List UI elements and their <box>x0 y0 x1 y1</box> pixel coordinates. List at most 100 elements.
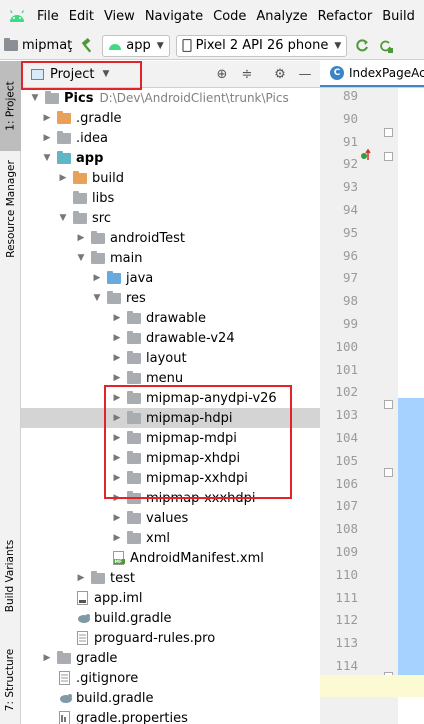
chevron-right-icon[interactable]: ▶ <box>75 233 87 243</box>
gear-icon[interactable]: ⚙ <box>271 65 289 83</box>
folder-icon <box>127 410 141 424</box>
tree-row-gradle-dir[interactable]: ▶ .gradle <box>21 108 320 128</box>
tree-row-mipmap-xxxhdpi[interactable]: ▶ mipmap-xxxhdpi <box>21 488 320 508</box>
run-config-select[interactable]: app ▼ <box>102 34 170 57</box>
line-number: 102 <box>335 384 358 400</box>
override-method-icon[interactable] <box>360 148 372 162</box>
tree-label: Pics <box>64 90 94 106</box>
line-number: 111 <box>335 589 358 605</box>
menu-code[interactable]: Code <box>208 9 251 24</box>
chevron-right-icon[interactable]: ▶ <box>41 113 53 123</box>
collapse-all-icon[interactable]: ≑ <box>238 65 256 83</box>
folder-icon <box>127 390 141 404</box>
chevron-right-icon[interactable]: ▶ <box>57 173 69 183</box>
chevron-right-icon[interactable]: ▶ <box>41 653 53 663</box>
chevron-right-icon[interactable]: ▶ <box>111 493 123 503</box>
chevron-down-icon[interactable]: ▼ <box>91 293 103 303</box>
apply-changes-icon[interactable] <box>353 37 371 55</box>
apply-code-changes-icon[interactable] <box>377 37 395 55</box>
tree-row-mipmap-xxhdpi[interactable]: ▶ mipmap-xxhdpi <box>21 468 320 488</box>
tree-row-libs[interactable]: libs <box>21 188 320 208</box>
tree-row-mipmap-anydpi-v26[interactable]: ▶ mipmap-anydpi-v26 <box>21 388 320 408</box>
menu-run[interactable]: Ru <box>420 9 424 24</box>
tree-row-xml[interactable]: ▶ xml <box>21 528 320 548</box>
project-breadcrumb[interactable]: mipmaţ <box>4 38 72 53</box>
tree-row-drawable-v24[interactable]: ▶ drawable-v24 <box>21 328 320 348</box>
menu-refactor[interactable]: Refactor <box>313 9 378 24</box>
tree-row-mipmap-hdpi[interactable]: ▶ mipmap-hdpi <box>21 408 320 428</box>
minimize-icon[interactable]: — <box>296 65 314 83</box>
folder-icon <box>57 130 71 144</box>
tab-build-variants[interactable]: Build Variants <box>0 531 21 621</box>
menu-navigate[interactable]: Navigate <box>140 9 208 24</box>
tab-resource-manager[interactable]: Resource Manager <box>0 153 21 265</box>
chevron-right-icon[interactable]: ▶ <box>111 353 123 363</box>
hammer-icon[interactable] <box>78 37 96 55</box>
tree-label: drawable <box>146 310 207 326</box>
folder-icon <box>127 510 141 524</box>
tree-row-values[interactable]: ▶ values <box>21 508 320 528</box>
tree-row-src[interactable]: ▼ src <box>21 208 320 228</box>
tree-row-app-build-gradle[interactable]: build.gradle <box>21 608 320 628</box>
tree-row-menu[interactable]: ▶ menu <box>21 368 320 388</box>
tree-row-pics[interactable]: ▼ Pics D:\Dev\AndroidClient\trunk\Pics <box>21 88 320 108</box>
folder-icon <box>4 38 18 51</box>
tree-row-proguard[interactable]: proguard-rules.pro <box>21 628 320 648</box>
tree-row-mipmap-mdpi[interactable]: ▶ mipmap-mdpi <box>21 428 320 448</box>
locate-icon[interactable]: ⊕ <box>213 65 231 83</box>
editor-tab-indexpage[interactable]: C IndexPageAc <box>320 61 424 87</box>
tree-row-res[interactable]: ▼ res <box>21 288 320 308</box>
chevron-right-icon[interactable]: ▶ <box>111 333 123 343</box>
tree-row-gradle[interactable]: ▶ gradle <box>21 648 320 668</box>
chevron-right-icon[interactable]: ▶ <box>111 373 123 383</box>
chevron-right-icon[interactable]: ▶ <box>111 393 123 403</box>
chevron-down-icon[interactable]: ▼ <box>41 153 53 163</box>
tree-row-layout[interactable]: ▶ layout <box>21 348 320 368</box>
tree-row-mipmap-xhdpi[interactable]: ▶ mipmap-xhdpi <box>21 448 320 468</box>
tree-row-app[interactable]: ▼ app <box>21 148 320 168</box>
device-select[interactable]: Pixel 2 API 26 phone ▼ <box>175 34 348 57</box>
menu-view[interactable]: View <box>99 9 140 24</box>
tree-row-java[interactable]: ▶ java <box>21 268 320 288</box>
chevron-right-icon[interactable]: ▶ <box>111 533 123 543</box>
chevron-down-icon[interactable]: ▼ <box>29 93 41 103</box>
tree-label: gradle.properties <box>76 710 188 724</box>
menu-build[interactable]: Build <box>377 9 420 24</box>
fold-marker-icon[interactable] <box>384 152 393 161</box>
tree-row-idea[interactable]: ▶ .idea <box>21 128 320 148</box>
chevron-right-icon[interactable]: ▶ <box>75 573 87 583</box>
tree-row-android-manifest[interactable]: MF AndroidManifest.xml <box>21 548 320 568</box>
chevron-right-icon[interactable]: ▶ <box>111 413 123 423</box>
fold-marker-icon[interactable] <box>384 400 393 409</box>
menu-edit[interactable]: Edit <box>64 9 99 24</box>
tree-row-build[interactable]: ▶ build <box>21 168 320 188</box>
chevron-right-icon[interactable]: ▶ <box>111 513 123 523</box>
fold-marker-icon[interactable] <box>384 128 393 137</box>
project-view-select[interactable]: Project ▼ <box>31 67 109 82</box>
folder-icon <box>45 90 59 104</box>
project-name: mipmaţ <box>22 38 73 53</box>
tree-row-androidtest[interactable]: ▶ androidTest <box>21 228 320 248</box>
tab-structure[interactable]: 7: Structure <box>0 639 21 721</box>
chevron-right-icon[interactable]: ▶ <box>91 273 103 283</box>
tree-row-root-build-gradle[interactable]: build.gradle <box>21 688 320 708</box>
chevron-down-icon[interactable]: ▼ <box>57 213 69 223</box>
tree-row-gitignore[interactable]: .gitignore <box>21 668 320 688</box>
tab-project[interactable]: 1: Project <box>0 61 21 151</box>
menu-analyze[interactable]: Analyze <box>251 9 312 24</box>
tree-row-drawable[interactable]: ▶ drawable <box>21 308 320 328</box>
chevron-right-icon[interactable]: ▶ <box>111 313 123 323</box>
chevron-right-icon[interactable]: ▶ <box>111 453 123 463</box>
tree-row-gradle-properties[interactable]: gradle.properties <box>21 708 320 724</box>
tree-label: mipmap-hdpi <box>146 410 233 426</box>
fold-marker-icon[interactable] <box>384 468 393 477</box>
tree-row-main[interactable]: ▼ main <box>21 248 320 268</box>
tree-label: .idea <box>76 130 108 146</box>
chevron-right-icon[interactable]: ▶ <box>111 433 123 443</box>
tree-row-app-iml[interactable]: app.iml <box>21 588 320 608</box>
menu-file[interactable]: File <box>32 9 64 24</box>
tree-row-test[interactable]: ▶ test <box>21 568 320 588</box>
chevron-down-icon[interactable]: ▼ <box>75 253 87 263</box>
chevron-right-icon[interactable]: ▶ <box>41 133 53 143</box>
chevron-right-icon[interactable]: ▶ <box>111 473 123 483</box>
